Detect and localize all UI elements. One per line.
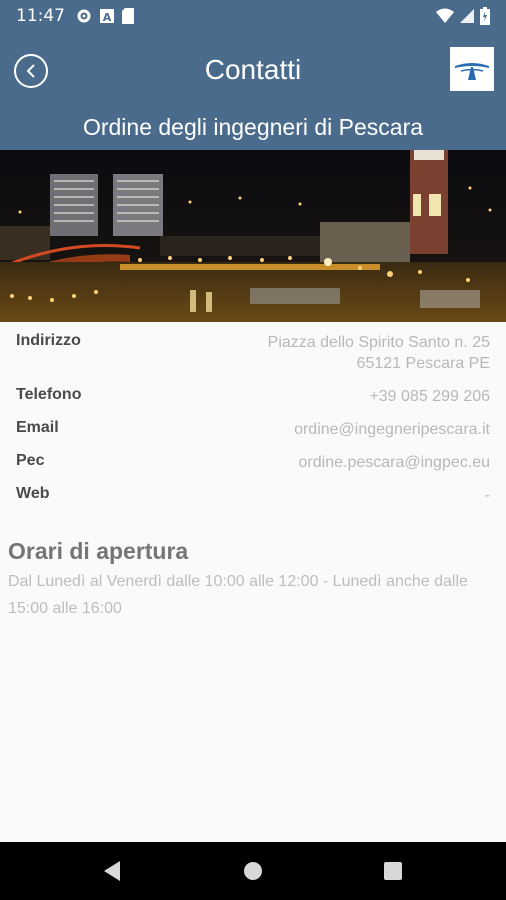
nav-recents-button[interactable] (363, 842, 423, 900)
phone-label: Telefono (16, 386, 82, 403)
status-bar: 11:47 A (0, 0, 506, 32)
web-label: Web (16, 485, 50, 502)
address-row: Indirizzo Piazza dello Spirito Santo n. … (0, 332, 506, 386)
battery-icon (480, 7, 490, 25)
signal-icon (460, 9, 474, 23)
opening-hours-title: Orari di apertura (8, 538, 189, 564)
notification-a-icon: A (100, 9, 114, 24)
address-line-2: 65121 Pescara PE (356, 355, 490, 372)
home-circle-icon (244, 862, 262, 880)
email-label: Email (16, 419, 59, 436)
opening-hours-text: Dal Lunedì al Venerdì dalle 10:00 alle 1… (8, 573, 468, 617)
address-value: Piazza dello Spirito Santo n. 25 65121 P… (268, 332, 490, 386)
phone-row[interactable]: Telefono +39 085 299 206 (0, 386, 506, 419)
nav-back-button[interactable] (82, 842, 142, 900)
city-night-photo (0, 150, 506, 322)
gear-icon (77, 9, 91, 23)
recents-square-icon (384, 862, 402, 880)
status-time: 11:47 (16, 6, 65, 26)
svg-text:A: A (103, 11, 112, 24)
wifi-icon (436, 8, 454, 23)
contact-list: Indirizzo Piazza dello Spirito Santo n. … (0, 332, 506, 518)
hero-image (0, 150, 506, 322)
address-label: Indirizzo (16, 332, 81, 349)
app-bar: Contatti Ordine degli ingegneri di Pesca… (0, 32, 506, 150)
email-row[interactable]: Email ordine@ingegneripescara.it (0, 419, 506, 452)
web-value: - (484, 487, 490, 504)
address-line-1: Piazza dello Spirito Santo n. 25 (267, 334, 490, 351)
back-triangle-icon (104, 861, 120, 881)
engineers-logo-icon (455, 63, 489, 80)
nav-home-button[interactable] (223, 842, 283, 900)
page-title: Contatti (204, 54, 302, 85)
pec-value[interactable]: ordine.pescara@ingpec.eu (299, 452, 490, 485)
web-row: Web - (0, 485, 506, 518)
organization-name: Ordine degli ingegneri di Pescara (82, 114, 424, 140)
phone-value[interactable]: +39 085 299 206 (369, 386, 490, 419)
logo (450, 47, 494, 91)
pec-row[interactable]: Pec ordine.pescara@ingpec.eu (0, 452, 506, 485)
navigation-bar (0, 842, 506, 900)
sd-card-icon (122, 8, 134, 24)
email-value[interactable]: ordine@ingegneripescara.it (294, 419, 490, 452)
pec-label: Pec (16, 452, 45, 469)
